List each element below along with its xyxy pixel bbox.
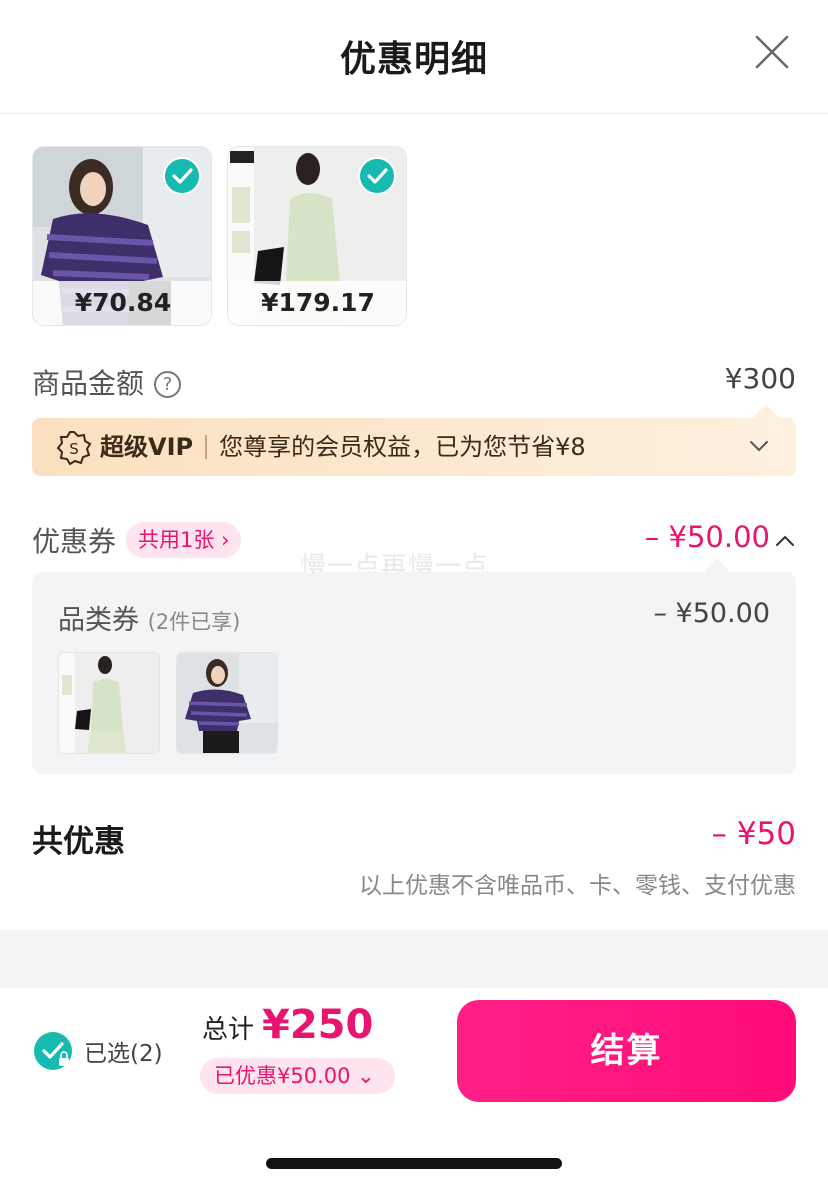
saved-text: 已优惠¥50.00 xyxy=(214,1064,351,1088)
coupon-count-pill[interactable]: 共用1张 › xyxy=(126,522,242,558)
chevron-up-icon[interactable] xyxy=(774,530,796,552)
checkout-bar: 已选(2) 总计 ¥250 已优惠¥50.00 ⌄ 结算 xyxy=(0,988,828,1186)
checkout-button[interactable]: 结算 xyxy=(457,1000,796,1102)
coupon-product-thumb xyxy=(176,652,278,754)
coupon-type: 品类券 xyxy=(58,605,139,636)
total-discount-row: 共优惠 – ¥50 xyxy=(32,816,796,861)
vip-brand: 超级VIP xyxy=(100,433,194,461)
product-price: ¥70.84 xyxy=(33,281,211,325)
saved-badge[interactable]: 已优惠¥50.00 ⌄ xyxy=(200,1058,395,1094)
discount-detail-sheet: 优惠明细 ¥70.84 ¥179.17 商品金额 ? ¥300 S 超级VIP … xyxy=(0,0,828,1186)
selected-check-icon[interactable] xyxy=(358,157,396,195)
vip-badge-icon: S xyxy=(56,431,92,466)
total-discount-label: 共优惠 xyxy=(32,824,125,860)
product-price: ¥179.17 xyxy=(228,281,406,325)
sheet-title: 优惠明细 xyxy=(339,39,488,80)
coupon-value: – ¥50.00 xyxy=(644,520,770,554)
vip-text: 超级VIP 您尊享的会员权益，已为您节省¥8 xyxy=(100,418,586,476)
chevron-down-icon: ⌄ xyxy=(357,1064,375,1088)
discount-note: 以上优惠不含唯品币、卡、零钱、支付优惠 xyxy=(359,873,796,899)
home-indicator xyxy=(266,1158,562,1169)
coupon-detail-panel: 品类券 (2件已享) – ¥50.00 xyxy=(32,572,796,774)
coupon-detail-value: – ¥50.00 xyxy=(653,598,770,629)
section-gap xyxy=(0,930,828,988)
goods-amount-row: 商品金额? ¥300 xyxy=(32,362,796,402)
vip-banner[interactable]: S 超级VIP 您尊享的会员权益，已为您节省¥8 xyxy=(32,418,796,476)
total-discount-value: – ¥50 xyxy=(711,816,796,852)
chevron-right-icon: › xyxy=(221,528,230,552)
total-sum: 总计 ¥250 xyxy=(202,1002,373,1048)
svg-text:S: S xyxy=(69,440,79,458)
coupon-detail-sub: (2件已享) xyxy=(147,610,241,634)
selected-check-icon[interactable] xyxy=(163,157,201,195)
vip-message: 您尊享的会员权益，已为您节省¥8 xyxy=(219,433,586,461)
selected-count: 已选(2) xyxy=(84,1041,163,1067)
coupon-product-thumb xyxy=(58,652,160,754)
chevron-down-icon[interactable] xyxy=(748,435,770,457)
goods-amount-label: 商品金额 xyxy=(32,367,145,400)
coupon-label: 优惠券 xyxy=(32,525,117,558)
total-value: ¥250 xyxy=(262,1002,374,1048)
detail-pointer xyxy=(703,558,731,573)
vip-divider xyxy=(205,435,208,459)
total-label: 总计 xyxy=(202,1015,255,1045)
product-card[interactable]: ¥70.84 xyxy=(32,146,212,326)
goods-amount-value: ¥300 xyxy=(724,362,796,395)
coupon-count-text: 共用1张 xyxy=(138,528,215,552)
vip-pointer xyxy=(752,404,780,419)
product-card[interactable]: ¥179.17 xyxy=(227,146,407,326)
coupon-detail-title: 品类券 (2件已享) xyxy=(58,598,240,637)
select-all-check-icon[interactable] xyxy=(34,1032,72,1070)
close-icon[interactable] xyxy=(754,34,790,70)
sheet-header: 优惠明细 xyxy=(0,0,828,114)
help-icon[interactable]: ? xyxy=(154,371,182,398)
